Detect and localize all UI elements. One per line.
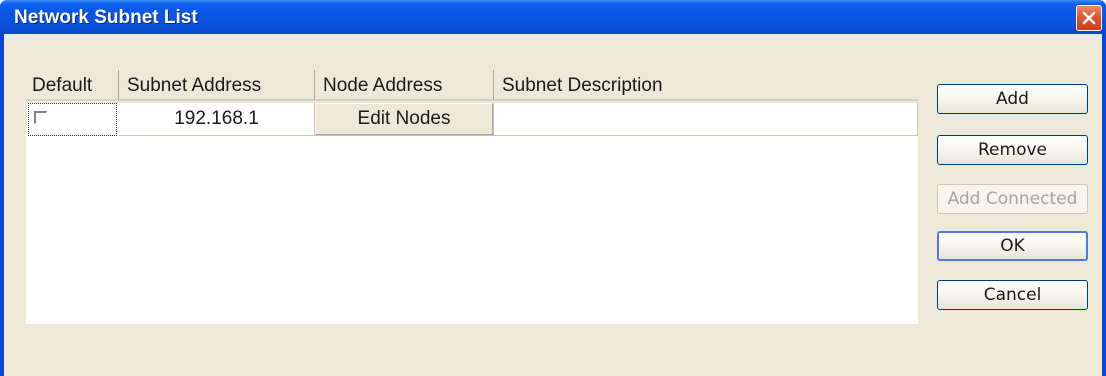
column-header-node-address[interactable]: Node Address (315, 70, 494, 101)
column-header-subnet-address[interactable]: Subnet Address (119, 70, 315, 101)
edit-nodes-button[interactable]: Edit Nodes (315, 103, 493, 135)
cancel-button[interactable]: Cancel (937, 280, 1088, 310)
dialog-client-area: Default Subnet Address Node Address Subn… (4, 34, 1102, 376)
ok-button[interactable]: OK (937, 231, 1088, 261)
title-bar[interactable]: Network Subnet List (0, 0, 1106, 34)
list-header: Default Subnet Address Node Address Subn… (26, 70, 918, 103)
close-button[interactable] (1076, 5, 1102, 31)
subnet-list[interactable]: Default Subnet Address Node Address Subn… (26, 70, 918, 324)
network-subnet-list-dialog: Network Subnet List Default Subnet Addre… (0, 0, 1106, 376)
subnet-address-cell[interactable]: 192.168.1 (119, 103, 315, 136)
node-address-cell: Edit Nodes (315, 103, 494, 136)
table-row[interactable]: 192.168.1 Edit Nodes (26, 103, 918, 136)
remove-button[interactable]: Remove (937, 135, 1088, 165)
subnet-description-cell[interactable] (494, 103, 918, 136)
default-cell (28, 103, 117, 136)
add-connected-button: Add Connected (937, 184, 1088, 214)
subnet-address-value: 192.168.1 (174, 108, 259, 129)
column-header-default[interactable]: Default (26, 70, 119, 101)
close-x-icon (1082, 11, 1096, 25)
column-header-subnet-description[interactable]: Subnet Description (494, 70, 918, 101)
add-button[interactable]: Add (937, 84, 1088, 114)
default-checkbox[interactable] (34, 111, 47, 124)
window-title: Network Subnet List (14, 7, 198, 28)
